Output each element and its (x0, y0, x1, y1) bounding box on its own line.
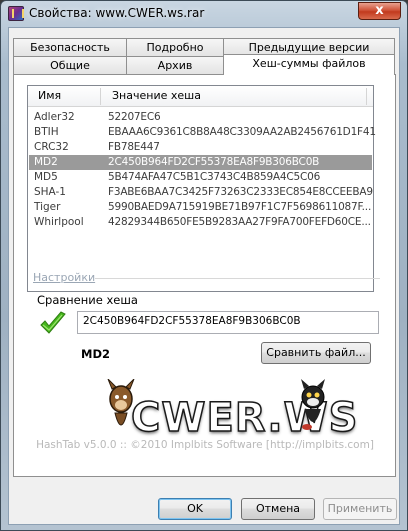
apply-button[interactable]: Применить (323, 498, 397, 520)
hash-compare-input[interactable]: 2C450B964FD2CF55378EA8F9B306BC0B (77, 311, 379, 334)
tab-security[interactable]: Безопасность (13, 38, 127, 57)
hash-list-header: Имя Значение хеша (28, 86, 373, 107)
dialog-client-area: Безопасность Подробно Предыдущие версии … (8, 27, 400, 525)
hash-list-row[interactable]: Adler32 52207EC6 (29, 110, 372, 125)
settings-divider (95, 278, 380, 279)
properties-window: Свойства: www.CWER.ws.rar x Безопасность… (0, 0, 408, 531)
ok-button[interactable]: OK (158, 498, 232, 520)
hash-algorithm-name: CRC32 (34, 141, 69, 153)
hash-algorithm-name: MD5 (34, 171, 58, 183)
green-checkmark-icon (40, 311, 66, 334)
settings-link[interactable]: Настройки (33, 271, 95, 284)
hash-algorithm-name: Whirlpool (34, 216, 84, 228)
column-separator[interactable] (100, 88, 101, 105)
close-button[interactable]: x (358, 2, 401, 20)
hash-list-row[interactable]: CRC32 FB78E447 (29, 140, 372, 155)
tab-file-hashes[interactable]: Хеш-суммы файлов (223, 54, 395, 75)
hash-algorithm-name: SHA-1 (34, 186, 66, 198)
hash-algorithm-name: Tiger (34, 201, 61, 213)
hash-list-row[interactable]: MD5 5B474AFA47C5B1C3743C4B859A4C5C06 (29, 170, 372, 185)
hash-list-row[interactable]: SHA-1 F3ABE6BAA7C3425F73263C2333EC854E8CC… (29, 185, 373, 200)
winrar-archive-icon (8, 6, 24, 21)
column-separator[interactable] (366, 88, 367, 105)
hash-value: 5B474AFA47C5B1C3743C4B859A4C5C06 (108, 171, 321, 183)
hash-value: 42829344B650FE5B9283AA27F9FA700FEFD60CE.… (108, 216, 371, 228)
cancel-button[interactable]: Отмена (241, 498, 315, 520)
hash-list-row[interactable]: Whirlpool 42829344B650FE5B9283AA27F9FA700… (29, 215, 372, 230)
hash-value: 2C450B964FD2CF55378EA8F9B306BC0B (108, 156, 320, 168)
hash-list-row[interactable]: BTIH EBAAA6C9361C8B8A48C3309AA2AB2456761D… (29, 125, 376, 140)
title-bar[interactable]: Свойства: www.CWER.ws.rar x (1, 1, 407, 27)
hash-value: F3ABE6BAA7C3425F73263C2333EC854E8CCEEBA9 (108, 186, 373, 198)
hash-list[interactable]: Имя Значение хеша Adler32 52207EC6 BTIH EBA… (27, 85, 376, 292)
hash-list-row[interactable]: MD2 2C450B964FD2CF55378EA8F9B306BC0B (29, 155, 372, 170)
tab-general[interactable]: Общие (13, 56, 127, 75)
hash-value: FB78E447 (108, 141, 160, 153)
column-header-hash-value[interactable]: Значение хеша (112, 89, 201, 102)
hash-algorithm-name: Adler32 (34, 111, 75, 123)
hash-algorithm-name: BTIH (34, 126, 59, 138)
tab-details[interactable]: Подробно (126, 38, 224, 57)
copyright-text: HashTab v5.0.0 :: ©2010 Implbits Softwar… (36, 439, 374, 451)
cat-mascot-icon (301, 379, 325, 430)
column-header-name[interactable]: Имя (38, 89, 61, 102)
hash-compare-label: Сравнение хеша (37, 293, 138, 307)
hash-value: EBAAA6C9361C8B8A48C3309AA2AB2456761D1F41 (108, 126, 376, 138)
compare-file-button[interactable]: Сравнить файл... (261, 342, 371, 364)
hash-algorithm-name: MD2 (34, 156, 58, 168)
matched-algorithm-label: MD2 (81, 347, 110, 361)
hash-value: 5990BAED9A715919BE71B97F1C7F5698611087F.… (108, 201, 372, 213)
hash-value: 52207EC6 (108, 111, 161, 123)
tab-archive[interactable]: Архив (126, 56, 224, 75)
window-title: Свойства: www.CWER.ws.rar (29, 6, 205, 20)
cwer-logo-watermark: CWER.WS (93, 377, 358, 447)
hash-list-row[interactable]: Tiger 5990BAED9A715919BE71B97F1C7F5698611… (29, 200, 372, 215)
